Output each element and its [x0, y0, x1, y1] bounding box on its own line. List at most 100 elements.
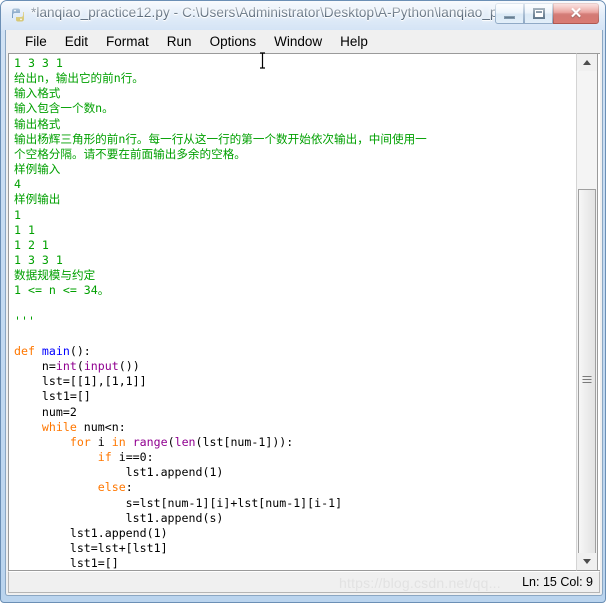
- code-line: 1 3 3 1: [14, 56, 576, 71]
- code-token: num<n:: [76, 419, 126, 434]
- code-line: else:: [14, 480, 576, 495]
- code-line: 4: [14, 177, 576, 192]
- code-token: 1 2 1: [14, 237, 49, 252]
- menu-item-format[interactable]: Format: [97, 32, 158, 52]
- code-token: while: [41, 419, 77, 434]
- maximize-icon: [525, 4, 552, 23]
- code-line: s=lst[num-1][i]+lst[num-1][i-1]: [14, 496, 576, 511]
- code-token: input: [83, 359, 119, 374]
- code-token: 1 3 3 1: [14, 56, 63, 70]
- menu-bar: File Edit Format Run Options Window Help: [6, 30, 602, 53]
- code-content: 1 3 3 1 给出n，输出它的前n行。 输入格式 输入包含一个数n。 输出格式 输出杨辉…: [14, 56, 576, 570]
- code-line: 样例输入: [14, 162, 576, 177]
- code-token: i: [90, 434, 112, 449]
- code-token: for: [69, 434, 91, 449]
- code-line: 样例输出: [14, 192, 576, 207]
- vertical-scrollbar[interactable]: [576, 53, 598, 571]
- code-token: main: [41, 343, 70, 358]
- code-line: lst1=[]: [14, 556, 576, 570]
- window-title: *lanqiao_practice12.py - C:\Users\Admini…: [31, 5, 514, 20]
- code-token: 样例输入: [14, 162, 61, 177]
- menu-item-help[interactable]: Help: [331, 32, 377, 52]
- code-token: i==0:: [111, 450, 154, 465]
- status-bar: https://blog.csdn.net/qq... Ln: 15 Col: …: [8, 571, 600, 593]
- code-token: def: [14, 343, 42, 358]
- code-token: 输出杨辉三角形的前n行。每一行从这一行的第一个数开始依次输出，中间使用一: [14, 131, 427, 146]
- code-line: 给出n，输出它的前n行。: [14, 71, 576, 86]
- close-button[interactable]: ✕: [553, 3, 599, 24]
- code-token: 个空格分隔。请不要在前面输出多余的空格。: [14, 146, 246, 161]
- code-token: lst1.append(1): [14, 465, 224, 480]
- code-token: 1 1: [14, 222, 35, 237]
- watermark-text: https://blog.csdn.net/qq...: [339, 575, 501, 591]
- cursor-position-indicator: Ln: 15 Col: 9: [522, 575, 593, 589]
- code-token: (lst[num-1])):: [195, 434, 294, 449]
- editor-frame: 1 3 3 1 给出n，输出它的前n行。 输入格式 输入包含一个数n。 输出格式 输出杨辉…: [8, 53, 600, 571]
- code-line: lst1=[]: [14, 389, 576, 404]
- code-token: 样例输出: [14, 192, 61, 207]
- maximize-button[interactable]: [524, 3, 553, 24]
- code-line: def main():: [14, 344, 576, 359]
- code-token: if: [97, 450, 112, 465]
- code-line: ''': [14, 314, 576, 329]
- code-token: ()): [118, 359, 140, 374]
- code-token: lst=lst+[lst1]: [14, 541, 168, 555]
- code-text-area[interactable]: 1 3 3 1 给出n，输出它的前n行。 输入格式 输入包含一个数n。 输出格式 输出杨辉…: [9, 54, 576, 570]
- code-line: 输入包含一个数n。: [14, 101, 576, 116]
- code-token: lst=[[1],[1,1]]: [14, 374, 147, 389]
- close-icon: ✕: [554, 4, 598, 23]
- code-token: s=lst[num-1][i]+lst[num-1][i-1]: [14, 495, 343, 510]
- minimize-icon: [496, 4, 523, 23]
- code-token: 输出格式: [14, 116, 61, 131]
- code-line: lst1.append(1): [14, 526, 576, 541]
- code-token: (: [76, 359, 84, 374]
- scroll-down-arrow-icon[interactable]: [577, 553, 597, 570]
- code-line: 1 2 1: [14, 238, 576, 253]
- menu-item-window[interactable]: Window: [265, 32, 331, 52]
- menu-item-edit[interactable]: Edit: [56, 32, 97, 52]
- code-line: num=2: [14, 405, 576, 420]
- code-line: n=int(input()): [14, 359, 576, 374]
- code-line: 1 3 3 1: [14, 253, 576, 268]
- code-line: 输出杨辉三角形的前n行。每一行从这一行的第一个数开始依次输出，中间使用一: [14, 132, 576, 147]
- idle-editor-window: *lanqiao_practice12.py - C:\Users\Admini…: [0, 0, 606, 603]
- code-line: 1: [14, 208, 576, 223]
- code-token: int: [55, 359, 77, 374]
- code-token: 1 <= n <= 34。: [14, 283, 110, 298]
- code-token: n=: [14, 359, 56, 374]
- code-token: else: [97, 480, 126, 495]
- code-token: range: [132, 434, 168, 449]
- scrollbar-grip-icon: [582, 375, 592, 384]
- code-line: while num<n:: [14, 420, 576, 435]
- code-token: :: [125, 480, 133, 495]
- code-token: ''': [14, 313, 35, 328]
- code-line: lst1.append(1): [14, 465, 576, 480]
- code-token: 4: [14, 177, 21, 192]
- close-glyph: ✕: [569, 5, 583, 22]
- code-token: 给出n，输出它的前n行。: [14, 71, 144, 86]
- code-token: lst1.append(s): [14, 510, 224, 525]
- menu-item-run[interactable]: Run: [158, 32, 201, 52]
- code-line: for i in range(len(lst[num-1])):: [14, 435, 576, 450]
- code-line: if i==0:: [14, 450, 576, 465]
- code-token: 数据规模与约定: [14, 268, 96, 283]
- menu-item-options[interactable]: Options: [201, 32, 266, 52]
- scroll-up-arrow-icon[interactable]: [577, 54, 597, 71]
- code-token: num=2: [14, 404, 77, 419]
- window-client-area: File Edit Format Run Options Window Help 1 3 3…: [5, 30, 603, 596]
- code-token: lst1.append(1): [14, 525, 168, 540]
- minimize-button[interactable]: [495, 3, 524, 24]
- code-line: 输入格式: [14, 86, 576, 101]
- code-token: (: [167, 434, 175, 449]
- code-token: 输入格式: [14, 86, 61, 101]
- scrollbar-thumb[interactable]: [578, 189, 596, 570]
- code-line: 个空格分隔。请不要在前面输出多余的空格。: [14, 147, 576, 162]
- title-bar[interactable]: *lanqiao_practice12.py - C:\Users\Admini…: [1, 1, 606, 30]
- menu-item-file[interactable]: File: [16, 32, 56, 52]
